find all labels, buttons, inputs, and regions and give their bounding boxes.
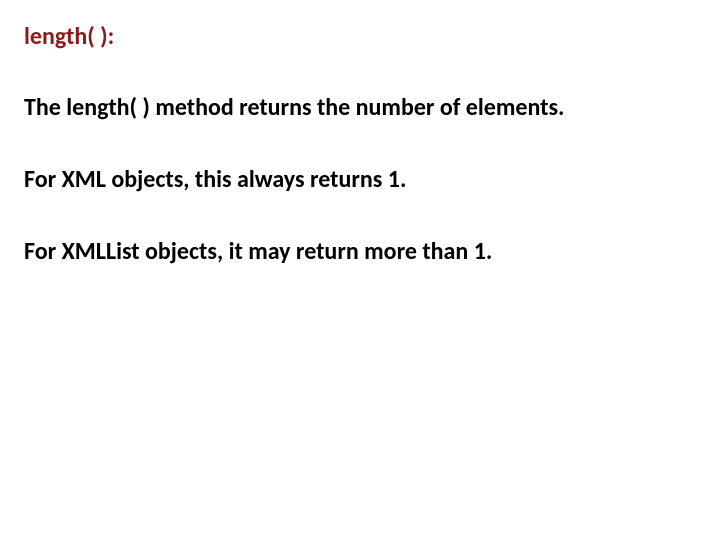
body-paragraph-1: The length( ) method returns the number … bbox=[24, 93, 696, 123]
body-paragraph-2: For XML objects, this always returns 1. bbox=[24, 165, 696, 195]
body-paragraph-3: For XMLList objects, it may return more … bbox=[24, 237, 696, 267]
slide-heading: length( ): bbox=[24, 22, 696, 51]
slide-container: length( ): The length( ) method returns … bbox=[0, 0, 720, 540]
